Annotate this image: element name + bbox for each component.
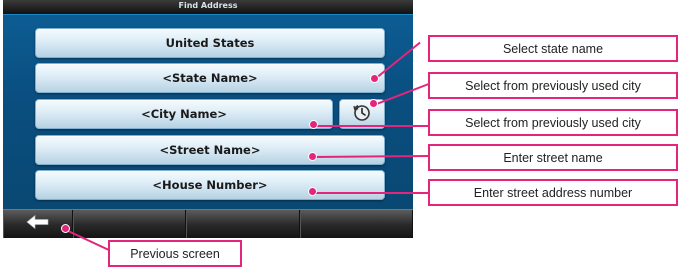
callout-enter-street: Enter street name [428, 144, 678, 171]
page-title: Find Address [178, 1, 238, 10]
title-bar: Find Address [3, 0, 413, 15]
country-button[interactable]: United States [35, 28, 385, 58]
device-screen: Find Address United States <State Name> … [3, 0, 413, 238]
callout-dot-recent2 [309, 120, 318, 129]
back-arrow-icon [25, 214, 51, 235]
callout-previous-city-1: Select from previously used city [428, 72, 678, 99]
toolbar-slot-4[interactable] [299, 210, 413, 238]
callout-dot-state [370, 74, 379, 83]
callout-previous-city-2: Select from previously used city [428, 109, 678, 136]
state-name-button[interactable]: <State Name> [35, 63, 385, 93]
callout-previous-screen: Previous screen [108, 240, 242, 267]
callout-dot-street [308, 152, 317, 161]
callout-enter-house-number: Enter street address number [428, 179, 678, 206]
city-name-button[interactable]: <City Name> [35, 99, 333, 129]
callout-select-state: Select state name [428, 35, 678, 62]
callout-dot-house [308, 187, 317, 196]
toolbar-slot-2[interactable] [73, 210, 187, 238]
callout-dot-recent1 [369, 99, 378, 108]
callout-line-house [313, 192, 429, 194]
callout-line-recent2 [314, 125, 429, 127]
toolbar-slot-3[interactable] [186, 210, 300, 238]
callout-dot-previous [61, 224, 70, 233]
street-name-button[interactable]: <Street Name> [35, 135, 385, 165]
house-number-button[interactable]: <House Number> [35, 170, 385, 200]
